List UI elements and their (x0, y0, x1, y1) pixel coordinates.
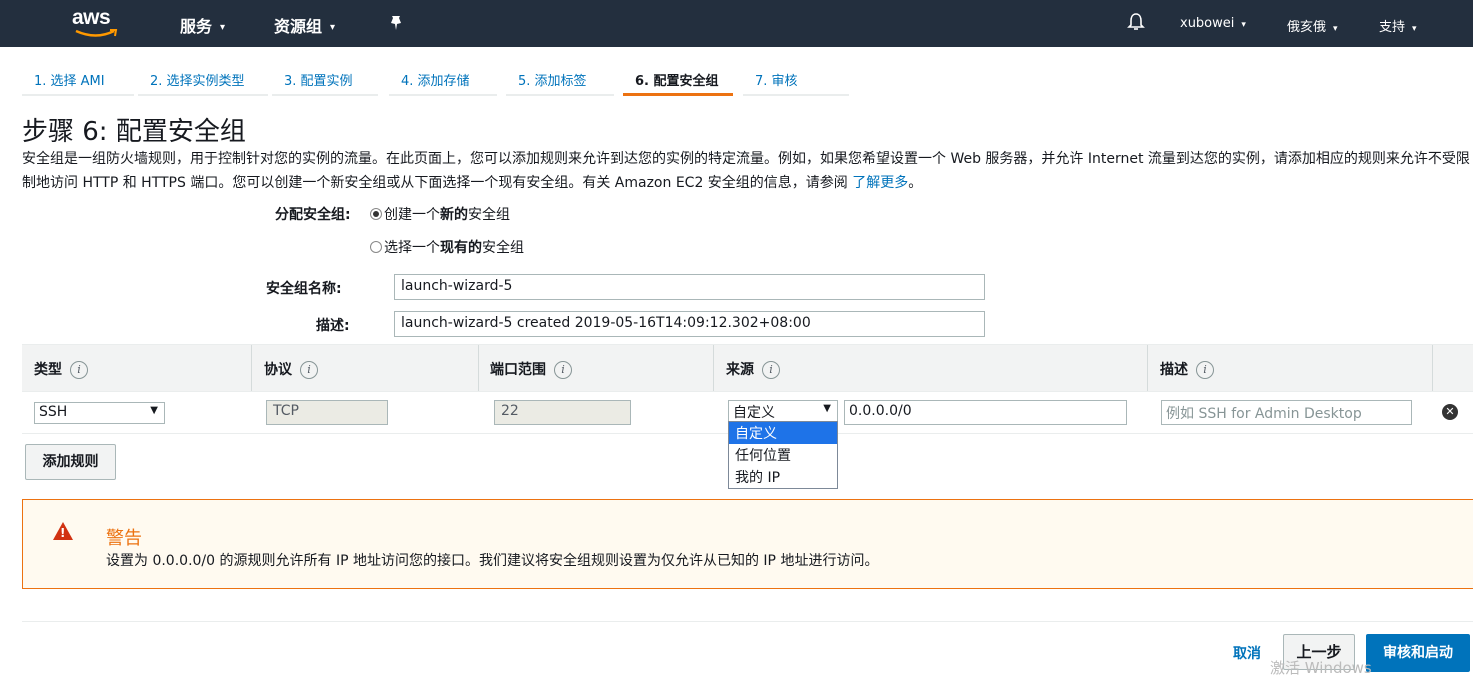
type-select[interactable]: SSH ▼ (34, 402, 165, 424)
header-source: 来源 i (726, 359, 780, 379)
info-icon[interactable]: i (554, 361, 572, 379)
page-title: 步骤 6: 配置安全组 (22, 117, 246, 147)
column-divider (251, 345, 252, 391)
radio-button-checked[interactable] (370, 208, 382, 220)
option-new-bold: 新的 (440, 207, 468, 223)
chevron-down-icon: ▾ (1333, 24, 1338, 34)
support-menu[interactable]: 支持 ▾ (1379, 16, 1417, 35)
tab-instance-type[interactable]: 2. 选择实例类型 (138, 62, 268, 96)
header-port-range: 端口范围 i (490, 359, 572, 379)
header-description: 描述 i (1160, 359, 1214, 379)
security-group-name-label: 安全组名称: (266, 281, 342, 297)
chevron-down-icon: ▾ (330, 22, 336, 33)
option-existing-prefix: 选择一个 (384, 240, 440, 256)
user-menu[interactable]: xubowei ▾ (1180, 16, 1246, 31)
tab-security-group[interactable]: 6. 配置安全组 (623, 62, 733, 96)
dropdown-option-anywhere[interactable]: 任何位置 (729, 444, 837, 466)
description-text: 安全组是一组防火墙规则，用于控制针对您的实例的流量。在此页面上，您可以添加规则来… (22, 151, 1470, 191)
rule-description-input[interactable]: 例如 SSH for Admin Desktop (1161, 400, 1412, 425)
port-range-input: 22 (494, 400, 631, 425)
pin-icon[interactable] (388, 14, 404, 32)
info-icon[interactable]: i (762, 361, 780, 379)
header-protocol-label: 协议 (264, 362, 292, 378)
column-divider (478, 345, 479, 391)
remove-rule-icon[interactable]: ✕ (1442, 404, 1458, 420)
learn-more-link[interactable]: 了解更多 (852, 175, 908, 191)
type-select-value: SSH (39, 404, 68, 420)
chevron-down-icon: ▾ (1241, 20, 1246, 30)
region-label: 俄亥俄 (1287, 20, 1327, 35)
security-group-name-input[interactable]: launch-wizard-5 (394, 274, 985, 300)
protocol-input: TCP (266, 400, 388, 425)
cancel-button[interactable]: 取消 (1222, 643, 1272, 665)
radio-select-existing[interactable]: 选择一个现有的安全组 (370, 237, 524, 257)
aws-logo-text[interactable]: aws (72, 6, 111, 30)
description-label: 描述: (316, 318, 350, 334)
tab-choose-ami[interactable]: 1. 选择 AMI (22, 62, 134, 96)
tab-review[interactable]: 7. 审核 (743, 62, 849, 96)
page-description: 安全组是一组防火墙规则，用于控制针对您的实例的流量。在此页面上，您可以添加规则来… (22, 147, 1472, 195)
aws-smile-icon (75, 29, 118, 37)
resource-groups-label: 资源组 (274, 17, 323, 36)
chevron-down-icon: ▾ (1412, 24, 1417, 34)
security-group-description-input[interactable]: launch-wizard-5 created 2019-05-16T14:09… (394, 311, 985, 337)
info-icon[interactable]: i (1196, 361, 1214, 379)
tab-configure-instance[interactable]: 3. 配置实例 (272, 62, 378, 96)
info-icon[interactable]: i (70, 361, 88, 379)
source-select[interactable]: 自定义 ▼ (728, 400, 838, 422)
source-dropdown-list: 自定义 任何位置 我的 IP (728, 421, 838, 489)
header-type-label: 类型 (34, 362, 62, 378)
tab-add-storage[interactable]: 4. 添加存储 (389, 62, 497, 96)
dropdown-option-my-ip[interactable]: 我的 IP (729, 466, 837, 488)
assign-security-group-label: 分配安全组: (275, 207, 351, 223)
warning-alert: ! 警告 设置为 0.0.0.0/0 的源规则允许所有 IP 地址访问您的接口。… (22, 499, 1473, 589)
option-new-suffix: 安全组 (468, 207, 510, 223)
column-divider (1432, 345, 1433, 391)
rules-table-header: 类型 i 协议 i 端口范围 i 来源 i 描述 i (22, 344, 1473, 392)
add-rule-button[interactable]: 添加规则 (25, 444, 116, 480)
option-existing-suffix: 安全组 (482, 240, 524, 256)
warning-icon: ! (53, 522, 73, 540)
option-new-prefix: 创建一个 (384, 207, 440, 223)
services-label: 服务 (180, 17, 213, 36)
description-period: 。 (908, 175, 923, 191)
source-cidr-input[interactable]: 0.0.0.0/0 (844, 400, 1127, 425)
dropdown-arrow-icon: ▼ (150, 405, 158, 416)
header-type: 类型 i (34, 359, 88, 379)
footer-divider (22, 621, 1473, 622)
aws-logo[interactable]: aws (72, 6, 122, 40)
region-menu[interactable]: 俄亥俄 ▾ (1287, 16, 1338, 35)
header-description-label: 描述 (1160, 362, 1188, 378)
radio-create-new[interactable]: 创建一个新的安全组 (370, 204, 510, 224)
info-icon[interactable]: i (300, 361, 318, 379)
header-source-label: 来源 (726, 362, 754, 378)
windows-activation-watermark: 激活 Windows (1270, 659, 1372, 677)
top-navigation-bar: aws 服务 ▾ 资源组 ▾ xubowei ▾ 俄亥俄 ▾ 支持 ▾ (0, 0, 1473, 47)
source-select-value: 自定义 (733, 405, 775, 421)
column-divider (1147, 345, 1148, 391)
warning-text: 设置为 0.0.0.0/0 的源规则允许所有 IP 地址访问您的接口。我们建议将… (106, 553, 879, 569)
option-existing-bold: 现有的 (440, 240, 482, 256)
resource-groups-menu[interactable]: 资源组 ▾ (274, 13, 335, 37)
services-menu[interactable]: 服务 ▾ (180, 13, 225, 37)
dropdown-option-custom[interactable]: 自定义 (729, 422, 837, 444)
header-protocol: 协议 i (264, 359, 318, 379)
review-and-launch-button[interactable]: 审核和启动 (1366, 634, 1470, 672)
radio-button[interactable] (370, 241, 382, 253)
column-divider (713, 345, 714, 391)
dropdown-arrow-icon: ▼ (823, 403, 831, 414)
support-label: 支持 (1379, 20, 1406, 35)
chevron-down-icon: ▾ (220, 22, 226, 33)
warning-title: 警告 (106, 528, 142, 549)
header-port-range-label: 端口范围 (490, 362, 546, 378)
bell-icon[interactable] (1127, 12, 1145, 32)
user-label: xubowei (1180, 16, 1235, 31)
tab-add-tags[interactable]: 5. 添加标签 (506, 62, 614, 96)
